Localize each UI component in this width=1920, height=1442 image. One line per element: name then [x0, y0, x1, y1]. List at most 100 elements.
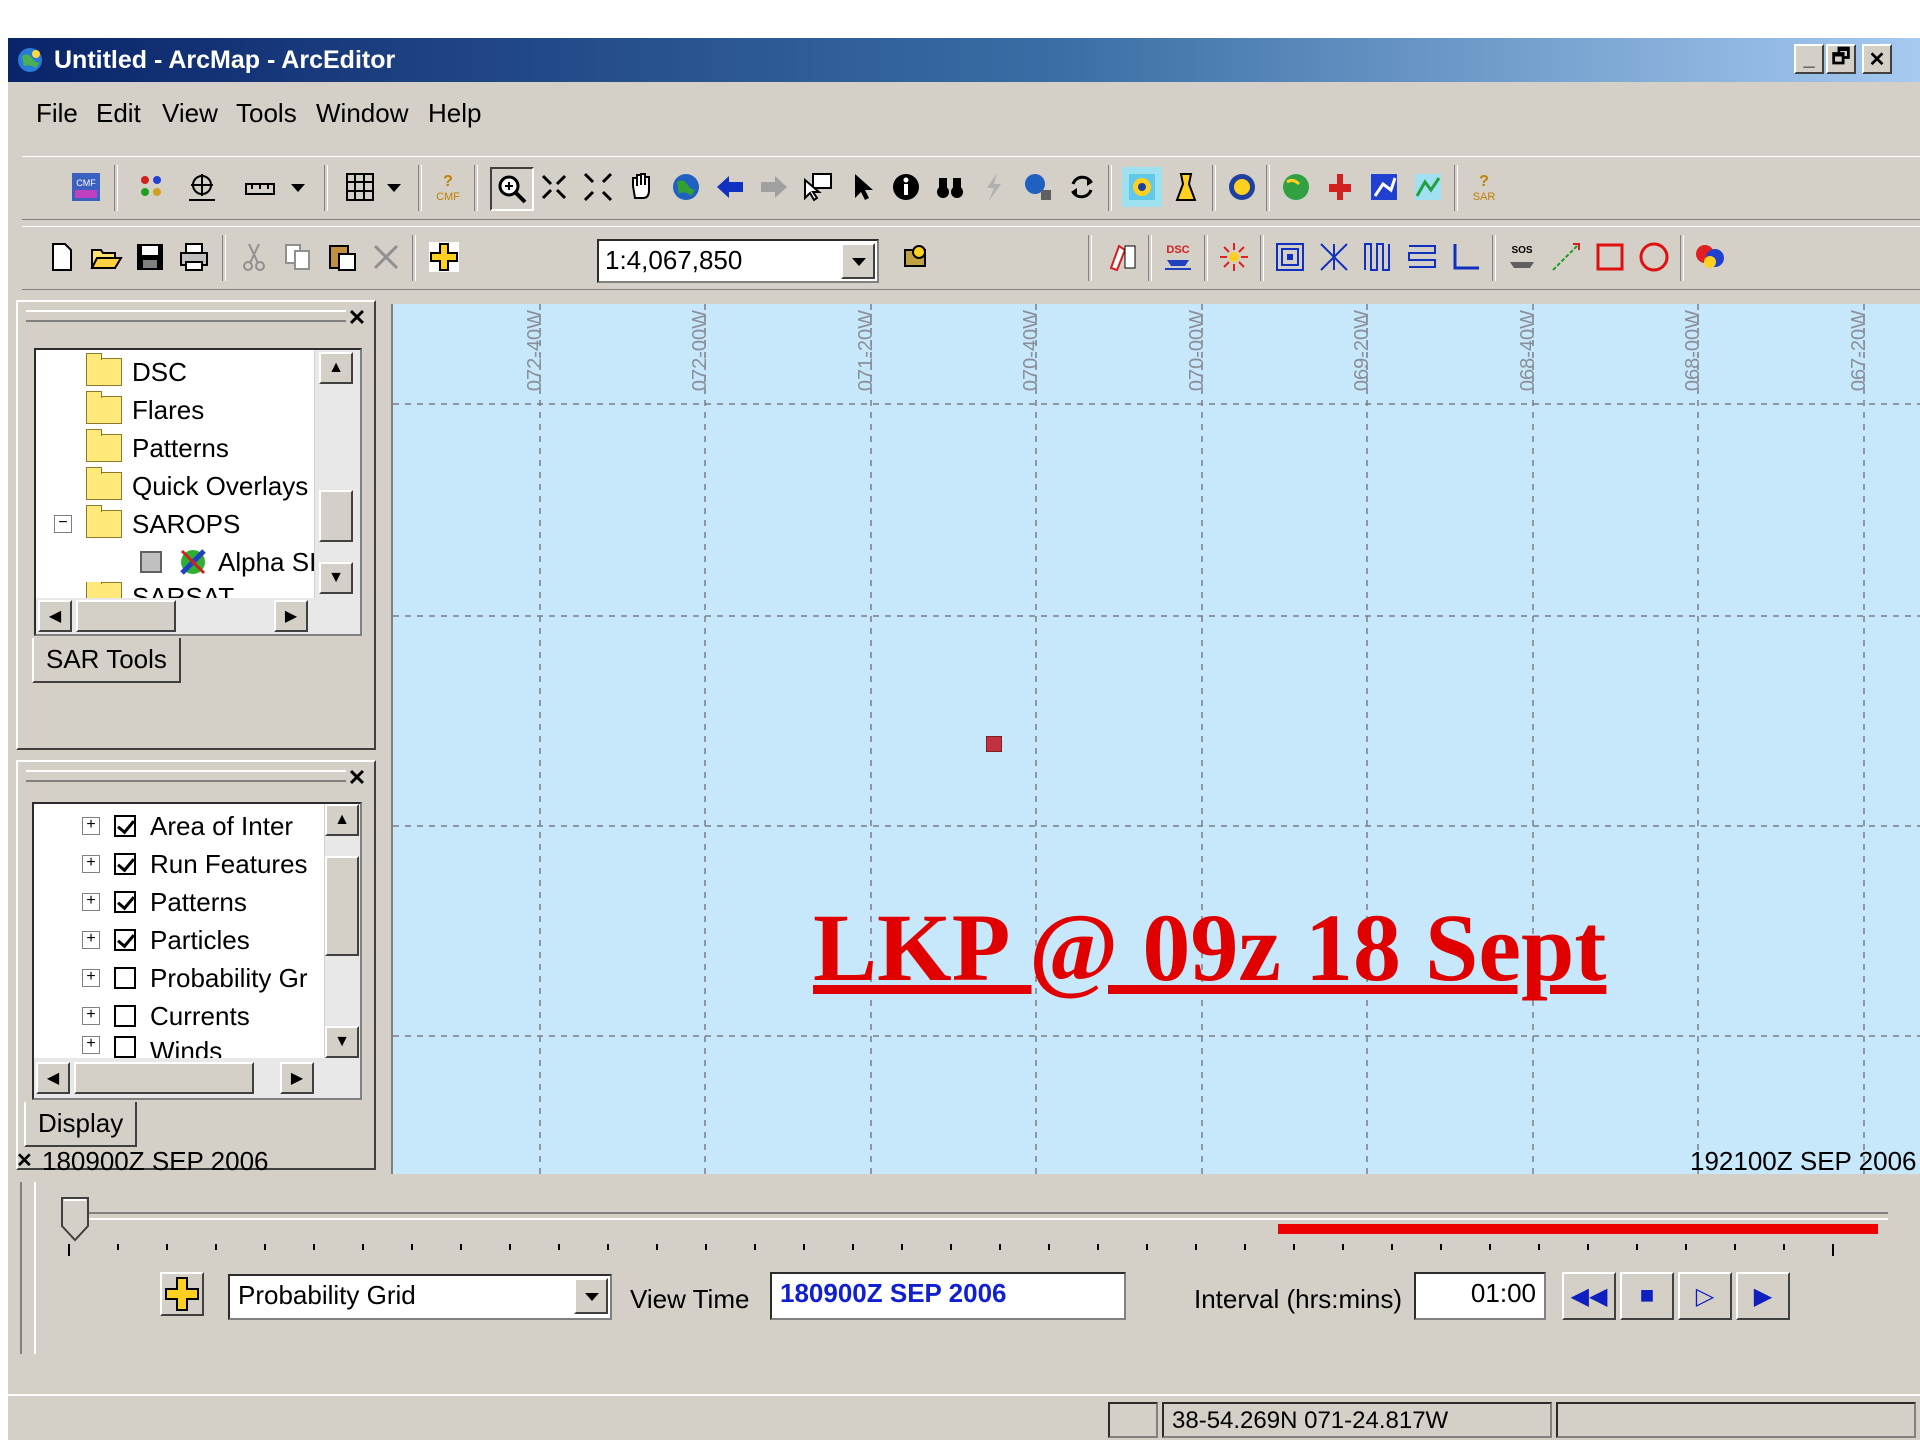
hazard-button[interactable]: [1222, 167, 1262, 207]
drift-button[interactable]: [1166, 167, 1206, 207]
dmb-button[interactable]: [1102, 237, 1142, 277]
menu-tools[interactable]: Tools: [236, 98, 297, 129]
checkbox-icon[interactable]: [114, 1005, 136, 1027]
cut-button[interactable]: [234, 237, 274, 277]
layer-item[interactable]: + Area of Inter: [82, 808, 293, 844]
panel-grip[interactable]: [20, 1182, 36, 1354]
close-icon[interactable]: ✕: [16, 1148, 33, 1173]
tree-item-patterns[interactable]: Patterns: [86, 429, 229, 466]
refresh-button[interactable]: [1062, 167, 1102, 207]
menu-edit[interactable]: Edit: [96, 98, 141, 129]
scroll-thumb[interactable]: [319, 490, 353, 542]
measure-dropdown[interactable]: [278, 167, 318, 207]
add-time-layer-button[interactable]: [160, 1272, 204, 1316]
collapse-icon[interactable]: −: [54, 515, 72, 533]
editor-button[interactable]: [896, 237, 936, 277]
dsc-button[interactable]: DSC: [1158, 237, 1198, 277]
lkp-marker[interactable]: [986, 736, 1002, 752]
tree-item-dsc[interactable]: DSC: [86, 353, 187, 390]
crosshair-button[interactable]: [182, 167, 222, 207]
time-slider-thumb[interactable]: [60, 1196, 90, 1242]
vertical-scrollbar[interactable]: ▲ ▼: [324, 804, 360, 1058]
environment-button[interactable]: [1276, 167, 1316, 207]
sector-pattern-button[interactable]: [1314, 237, 1354, 277]
expand-icon[interactable]: +: [82, 1036, 100, 1054]
map-view[interactable]: 072-40W 072-00W 071-20W 070-40W 070-00W …: [391, 304, 1920, 1174]
pan-button[interactable]: [622, 167, 662, 207]
tree-item-flares[interactable]: Flares: [86, 391, 204, 428]
fixed-zoom-in-button[interactable]: [534, 167, 574, 207]
layer-item[interactable]: + Particles: [82, 922, 250, 958]
scroll-up-icon[interactable]: ▲: [319, 352, 353, 384]
forward-extent-button[interactable]: [754, 167, 794, 207]
coordinates-button[interactable]: [132, 167, 172, 207]
expand-icon[interactable]: +: [82, 855, 100, 873]
sarops-button[interactable]: [1122, 167, 1162, 207]
layer-item[interactable]: + Currents: [82, 998, 250, 1034]
checkbox-icon[interactable]: [114, 929, 136, 951]
chevron-down-icon[interactable]: [841, 243, 875, 279]
sar-help-button[interactable]: ? SAR: [1464, 167, 1504, 207]
find-button[interactable]: [930, 167, 970, 207]
marker-button[interactable]: [1320, 167, 1360, 207]
layer-item[interactable]: + Probability Gr: [82, 960, 308, 996]
layer-item[interactable]: + Winds: [82, 1036, 222, 1058]
select-elements-button[interactable]: [842, 167, 882, 207]
checkbox-icon[interactable]: [114, 967, 136, 989]
checkbox-icon[interactable]: [114, 815, 136, 837]
back-extent-button[interactable]: [710, 167, 750, 207]
restore-button[interactable]: 🗗: [1826, 44, 1856, 74]
cmf-help-button[interactable]: ? CMF: [428, 167, 468, 207]
menu-view[interactable]: View: [162, 98, 218, 129]
rectangle-button[interactable]: [1590, 237, 1630, 277]
add-data-button[interactable]: [424, 237, 464, 277]
scroll-right-icon[interactable]: ▶: [274, 600, 308, 632]
scroll-thumb[interactable]: [325, 856, 359, 956]
menu-help[interactable]: Help: [428, 98, 481, 129]
menu-file[interactable]: File: [36, 98, 78, 129]
tab-sar-tools[interactable]: SAR Tools: [32, 638, 181, 683]
vertical-scrollbar[interactable]: ▲ ▼: [314, 350, 360, 598]
layer-item[interactable]: + Run Features: [82, 846, 308, 882]
scroll-down-icon[interactable]: ▼: [325, 1026, 359, 1058]
chart-button[interactable]: [1364, 167, 1404, 207]
profile-button[interactable]: [1408, 167, 1448, 207]
fixed-zoom-out-button[interactable]: [578, 167, 618, 207]
creeping-line-button[interactable]: [1358, 237, 1398, 277]
overlay-button[interactable]: [1690, 237, 1730, 277]
layer-item[interactable]: + Patterns: [82, 884, 247, 920]
parallel-track-button[interactable]: [1402, 237, 1442, 277]
checkbox-icon[interactable]: [114, 853, 136, 875]
identify-button[interactable]: [886, 167, 926, 207]
circle-button[interactable]: [1634, 237, 1674, 277]
scroll-right-icon[interactable]: ▶: [280, 1062, 314, 1094]
chevron-down-icon[interactable]: [574, 1278, 608, 1314]
new-button[interactable]: [42, 237, 82, 277]
close-button[interactable]: ✕: [1862, 44, 1892, 74]
horizontal-scrollbar[interactable]: ◀ ▶: [34, 1058, 360, 1098]
title-bar[interactable]: Untitled - ArcMap - ArcEditor _ 🗗 ✕: [8, 38, 1920, 82]
tree-item-sarops[interactable]: − SAROPS: [54, 505, 240, 542]
print-button[interactable]: [174, 237, 214, 277]
expand-icon[interactable]: +: [82, 931, 100, 949]
tree-item-quick-overlays[interactable]: Quick Overlays: [86, 467, 308, 504]
play-button[interactable]: ▶: [1736, 1272, 1790, 1320]
scroll-thumb[interactable]: [76, 600, 176, 632]
panel-grip[interactable]: [26, 770, 346, 782]
cmf-button[interactable]: CMF: [66, 167, 106, 207]
minimize-button[interactable]: _: [1794, 44, 1824, 74]
scroll-left-icon[interactable]: ◀: [36, 1062, 70, 1094]
sos-button[interactable]: SOS: [1502, 237, 1542, 277]
scroll-up-icon[interactable]: ▲: [325, 804, 359, 836]
trackline-button[interactable]: [1446, 237, 1486, 277]
zoom-in-button[interactable]: [490, 167, 534, 211]
flare-button[interactable]: [1214, 237, 1254, 277]
step-button[interactable]: ▷: [1678, 1272, 1732, 1320]
checkbox-icon[interactable]: [114, 1036, 136, 1058]
line-button[interactable]: [1546, 237, 1586, 277]
hyperlink-button[interactable]: [974, 167, 1014, 207]
scroll-down-icon[interactable]: ▼: [319, 562, 353, 594]
time-slider-track[interactable]: [68, 1212, 1888, 1220]
go-to-xy-button[interactable]: [1018, 167, 1058, 207]
panel-grip[interactable]: [26, 310, 346, 322]
